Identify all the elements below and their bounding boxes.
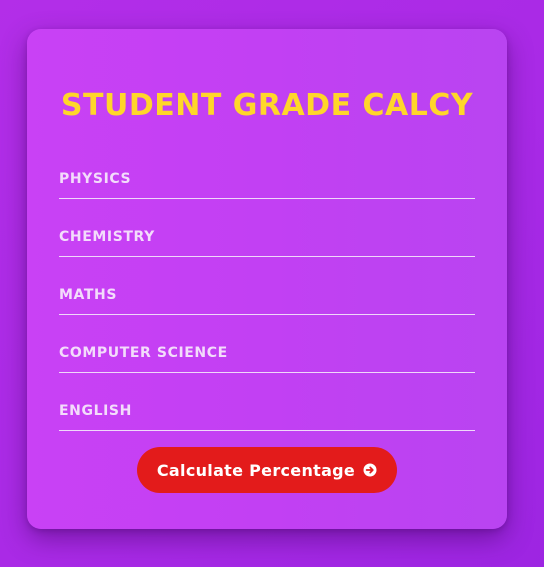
arrow-circle-right-icon bbox=[363, 463, 377, 477]
physics-field[interactable]: PHYSICS bbox=[59, 141, 475, 199]
calculate-percentage-button[interactable]: Calculate Percentage bbox=[137, 447, 397, 493]
chemistry-input[interactable] bbox=[59, 199, 475, 257]
english-field[interactable]: ENGLISH bbox=[59, 373, 475, 431]
calculate-percentage-label: Calculate Percentage bbox=[156, 460, 356, 480]
page-title: STUDENT GRADE CALCY bbox=[60, 88, 474, 123]
english-input[interactable] bbox=[59, 373, 475, 431]
chemistry-field[interactable]: CHEMISTRY bbox=[59, 199, 475, 257]
maths-input[interactable] bbox=[59, 257, 475, 315]
maths-field[interactable]: MATHS bbox=[59, 257, 475, 315]
grade-calculator-card: STUDENT GRADE CALCY PHYSICS CHEMISTRY MA… bbox=[27, 29, 507, 529]
computer-science-input[interactable] bbox=[59, 315, 475, 373]
physics-input[interactable] bbox=[59, 141, 475, 199]
computer-science-field[interactable]: COMPUTER SCIENCE bbox=[59, 315, 475, 373]
